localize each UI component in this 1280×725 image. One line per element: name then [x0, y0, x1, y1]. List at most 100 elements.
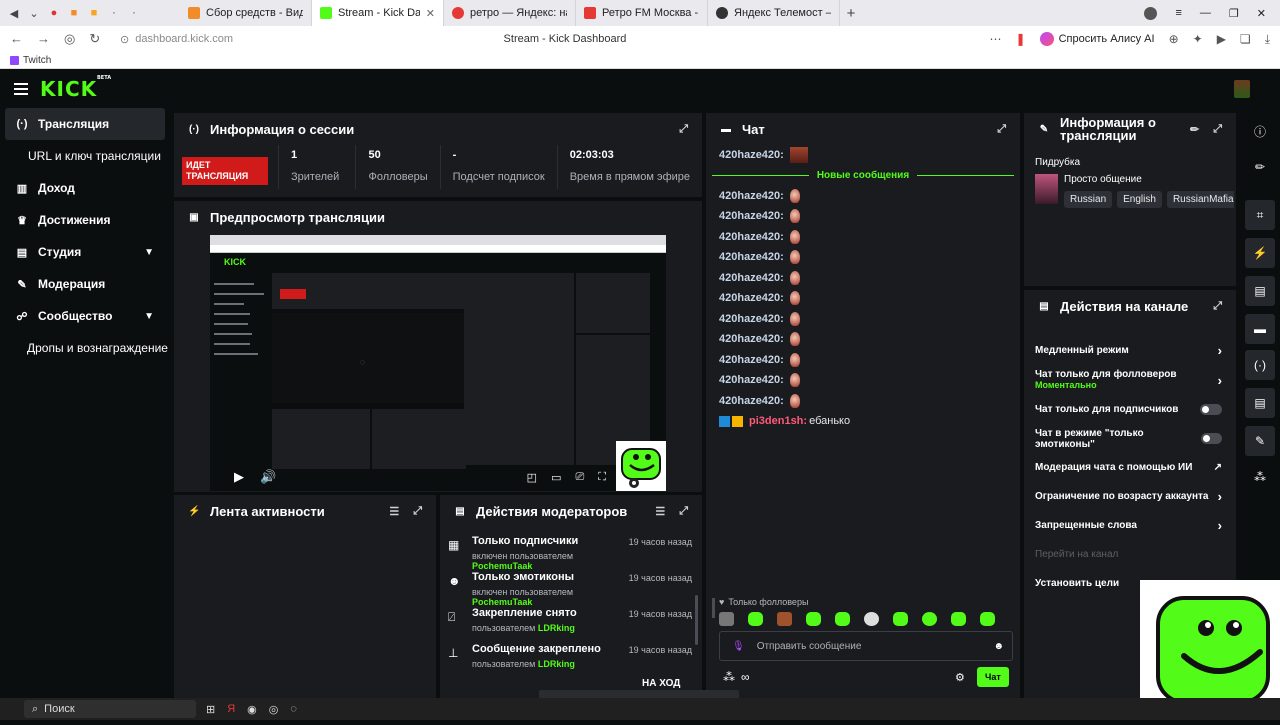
chat-scrollbar[interactable]	[712, 598, 715, 618]
chat-username[interactable]: 420haze420:	[719, 313, 784, 325]
collections-icon[interactable]: ❏	[1240, 32, 1251, 46]
expand-icon[interactable]: ⤢	[1213, 300, 1222, 313]
wrench-icon[interactable]: ✎	[1245, 426, 1275, 456]
sidebar-item-moderation[interactable]: ✎ Модерация	[0, 268, 170, 300]
username-link[interactable]: PochemuTaak	[472, 561, 532, 571]
kick-logo[interactable]: KICK BETA	[40, 75, 111, 101]
ai-moderation-row[interactable]: Модерация чата с помощью ИИ ↗	[1024, 453, 1236, 482]
emote-cat[interactable]	[719, 612, 734, 626]
banned-words-row[interactable]: Запрещенные слова ›	[1024, 511, 1236, 540]
channel-actions-icon[interactable]: ▤	[1245, 388, 1275, 418]
emote-kick[interactable]	[748, 612, 763, 626]
tab-kick-dashboard[interactable]: Stream - Kick Dashboard ✕	[312, 0, 444, 26]
expand-icon[interactable]: ⤢	[679, 123, 688, 136]
points-icon[interactable]: ⁂	[1245, 462, 1275, 492]
more-icon[interactable]: ⋯	[990, 32, 1002, 46]
bookmark-icon[interactable]: ❚	[1016, 32, 1026, 46]
expand-icon[interactable]: ⤢	[413, 505, 422, 518]
chat-username[interactable]: 420haze420:	[719, 292, 784, 304]
sidebar-item-stream-key[interactable]: URL и ключ трансляции	[0, 140, 170, 172]
slow-mode-row[interactable]: Медленный режим ›	[1024, 336, 1236, 365]
stream-preview-video[interactable]: KICK ◌ ▶ 🔊 ◰ ▭ ⎚ ⛶	[210, 235, 666, 491]
pinned-tab-icon[interactable]: ·	[106, 5, 122, 21]
play-icon[interactable]: ▶	[234, 469, 244, 485]
sidebar-item-studio[interactable]: ▤ Студия ▼	[0, 236, 170, 268]
chat-username[interactable]: 420haze420:	[719, 333, 784, 345]
menu-icon[interactable]: ≡	[1175, 7, 1181, 19]
theater-icon[interactable]: ▭	[551, 471, 561, 484]
taskbar-search[interactable]: ⌕ Поиск	[24, 700, 196, 718]
username-link[interactable]: LDRking	[538, 659, 575, 669]
filter-icon[interactable]: ☰	[389, 505, 399, 518]
scrollbar[interactable]	[695, 595, 698, 645]
username-link[interactable]: LDRking	[538, 623, 575, 633]
emoji-icon[interactable]: ☻	[993, 641, 1004, 652]
media-icon[interactable]: ▶	[1217, 32, 1226, 46]
close-icon[interactable]: ✕	[426, 7, 435, 20]
minimize-icon[interactable]: —	[1200, 7, 1211, 19]
sound-icon[interactable]: ◀	[6, 5, 22, 21]
emote-ball[interactable]	[922, 612, 937, 626]
followers-only-row[interactable]: Чат только для фолловеров Моментально ›	[1024, 365, 1236, 395]
tab-widgets[interactable]: Сбор средств - Виджеты	[180, 0, 312, 26]
sidebar-item-broadcast[interactable]: (·) Трансляция	[5, 108, 165, 140]
tab-yandex-search[interactable]: ретро — Яндекс: нашлось	[444, 0, 576, 26]
infinity-icon[interactable]: ∞	[741, 670, 750, 684]
sidebar-item-income[interactable]: ▥ Доход	[0, 172, 170, 204]
sidebar-item-achievements[interactable]: ♛ Достижения	[0, 204, 170, 236]
emotes-only-toggle[interactable]	[1200, 433, 1222, 444]
username-link[interactable]: PochemuTaak	[472, 597, 532, 607]
expand-icon[interactable]: ⤢	[1213, 123, 1222, 136]
close-icon[interactable]: ✕	[1257, 7, 1266, 20]
orange-tab-icon[interactable]: ■	[86, 5, 102, 21]
profile-avatar[interactable]	[1144, 6, 1158, 20]
alisa-button[interactable]: Спросить Алису AI	[1039, 32, 1155, 46]
globe-icon[interactable]: ⊕	[1169, 32, 1179, 46]
chat-icon[interactable]: ▬	[1245, 314, 1275, 344]
bookmark-twitch[interactable]: Twitch	[23, 55, 51, 66]
chat-username[interactable]: 420haze420:	[719, 210, 784, 222]
emote-kick[interactable]	[806, 612, 821, 626]
tab-retro-fm[interactable]: Ретро FM Москва - с	[576, 0, 708, 26]
pip-icon[interactable]: ◰	[527, 471, 537, 484]
chat-username[interactable]: 420haze420:	[719, 374, 784, 386]
points-icon[interactable]: ⁂	[723, 670, 735, 684]
restore-icon[interactable]: ❐	[1229, 7, 1239, 20]
emote-ball[interactable]	[864, 612, 879, 626]
edit-icon[interactable]: ✏	[1190, 123, 1199, 136]
clip-icon[interactable]: ⌗	[1245, 200, 1275, 230]
settings-icon[interactable]: ⚙	[955, 671, 965, 684]
task-view-icon[interactable]: ⊞	[206, 703, 215, 716]
emote-kick[interactable]	[980, 612, 995, 626]
pinned-tab-icon[interactable]: ·	[126, 5, 142, 21]
go-to-channel-row[interactable]: Перейти на канал	[1024, 540, 1236, 569]
mail-icon[interactable]: ■	[66, 5, 82, 21]
obs-icon[interactable]: ◌	[290, 703, 297, 715]
yandex-browser-icon[interactable]: ◉	[247, 703, 257, 716]
chat-username[interactable]: 420haze420:	[719, 231, 784, 243]
chevron-down-icon[interactable]: ▼	[144, 247, 154, 258]
chevron-down-icon[interactable]: ▼	[144, 311, 154, 322]
tab-telemost[interactable]: Яндекс Телемост — бесп	[708, 0, 840, 26]
expand-icon[interactable]: ⤢	[997, 123, 1006, 136]
fullscreen-icon[interactable]: ⛶	[598, 471, 606, 484]
pinned-tab-icon[interactable]: ●	[46, 5, 62, 21]
volume-icon[interactable]: 🔊	[260, 469, 276, 485]
account-age-row[interactable]: Ограничение по возрасту аккаунта ›	[1024, 482, 1236, 511]
chat-username[interactable]: 420haze420:	[719, 354, 784, 366]
send-chat-button[interactable]: Чат	[977, 667, 1009, 687]
chat-username[interactable]: 420haze420:	[719, 149, 784, 161]
emote-face[interactable]	[777, 612, 792, 626]
info-icon[interactable]: ⓘ	[1245, 116, 1275, 146]
tag[interactable]: Russian	[1064, 191, 1113, 208]
expand-icon[interactable]: ⤢	[679, 505, 688, 518]
edit-icon[interactable]: ✏	[1245, 152, 1275, 182]
user-avatar[interactable]	[1234, 80, 1250, 98]
chat-username[interactable]: 420haze420:	[719, 272, 784, 284]
tag[interactable]: RussianMafia	[1166, 191, 1234, 208]
broadcast-icon[interactable]: (·)	[1245, 350, 1275, 380]
emote-kick[interactable]	[893, 612, 908, 626]
sidebar-item-drops[interactable]: Дропы и вознаграждение	[0, 332, 170, 364]
emote-kick[interactable]	[835, 612, 850, 626]
downloads-icon[interactable]: ⤓	[1265, 32, 1270, 47]
